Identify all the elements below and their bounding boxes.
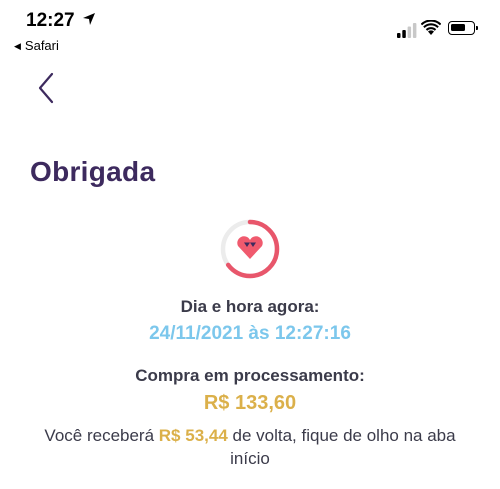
location-arrow-icon bbox=[82, 12, 96, 31]
page-title: Obrigada bbox=[30, 156, 156, 187]
datetime-label: Dia e hora agora: bbox=[180, 297, 320, 316]
back-button[interactable] bbox=[34, 68, 64, 108]
datetime-value: 24/11/2021 às 12:27:16 bbox=[149, 323, 351, 344]
battery-icon bbox=[448, 21, 478, 35]
cashback-amount: R$ 53,44 bbox=[158, 426, 228, 445]
back-triangle-icon: ◀ bbox=[14, 41, 21, 51]
processing-progress-icon bbox=[219, 218, 281, 280]
wifi-icon bbox=[420, 19, 442, 41]
back-to-app-link[interactable]: ◀ Safari bbox=[14, 38, 59, 53]
cashback-suffix: de volta, fique de olho na aba início bbox=[227, 426, 456, 468]
back-app-label: Safari bbox=[24, 38, 59, 53]
chevron-left-icon bbox=[38, 72, 54, 104]
status-bar: 12:27 ◀ Safari bbox=[0, 0, 500, 60]
purchase-amount: R$ 133,60 bbox=[203, 392, 297, 414]
purchase-status-label: Compra em processamento: bbox=[135, 366, 365, 385]
cellular-signal-icon bbox=[397, 22, 417, 38]
cashback-message: Você receberá R$ 53,44 de volta, fique d… bbox=[0, 424, 500, 470]
cashback-prefix: Você receberá bbox=[44, 426, 159, 445]
heart-diamond-icon bbox=[237, 236, 263, 259]
status-time: 12:27 bbox=[26, 10, 75, 31]
